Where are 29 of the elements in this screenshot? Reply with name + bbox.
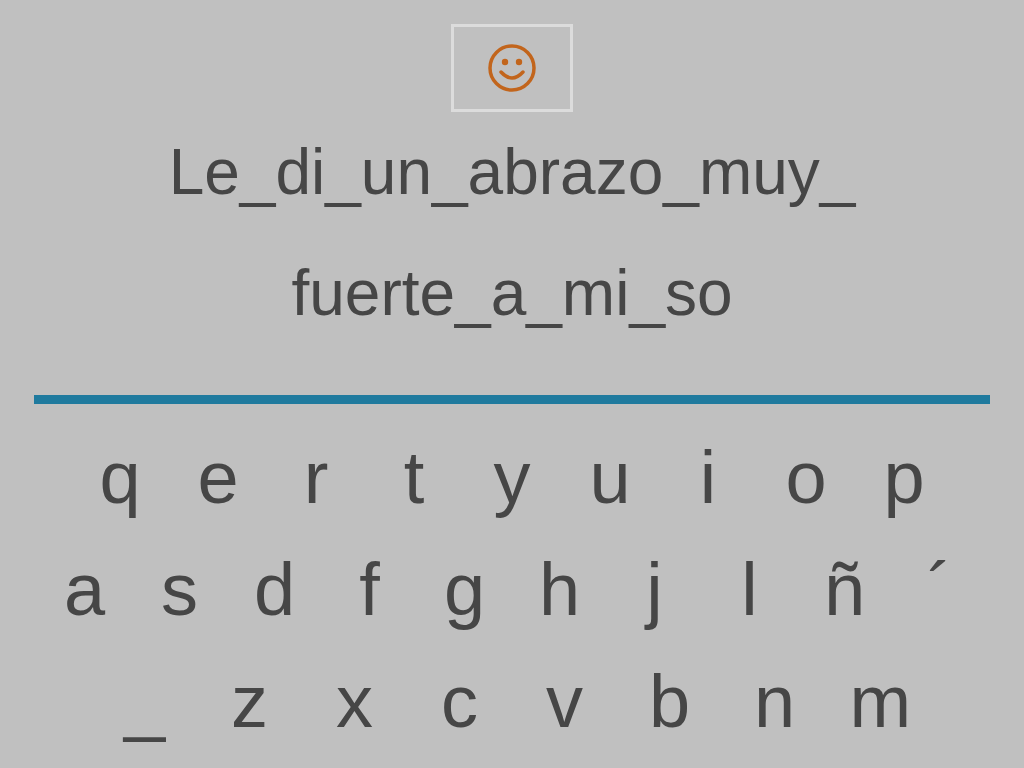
letter-key[interactable]: n (744, 656, 805, 748)
letter-key[interactable]: t (384, 432, 444, 524)
letter-key[interactable]: z (219, 656, 280, 748)
smiley-icon (487, 43, 537, 93)
letter-key[interactable]: j (624, 544, 685, 636)
letter-key[interactable]: s (149, 544, 210, 636)
letter-key[interactable]: a (54, 544, 115, 636)
letter-key[interactable]: r (286, 432, 346, 524)
letter-key[interactable]: y (482, 432, 542, 524)
hint-button[interactable] (451, 24, 573, 112)
letter-key[interactable]: d (244, 544, 305, 636)
letter-key[interactable]: m (849, 656, 910, 748)
letter-key[interactable]: b (639, 656, 700, 748)
letter-key[interactable]: u (580, 432, 640, 524)
letter-key[interactable]: o (776, 432, 836, 524)
letter-key[interactable]: l (719, 544, 780, 636)
letter-key[interactable]: x (324, 656, 385, 748)
letter-key[interactable]: i (678, 432, 738, 524)
letter-key[interactable]: v (534, 656, 595, 748)
letter-key[interactable]: c (429, 656, 490, 748)
letter-key[interactable]: ´ (909, 544, 970, 636)
letter-key[interactable]: _ (114, 656, 175, 748)
letter-key[interactable]: ñ (814, 544, 875, 636)
letter-key[interactable]: f (339, 544, 400, 636)
letter-key[interactable]: q (90, 432, 150, 524)
letter-key[interactable]: e (188, 432, 248, 524)
letter-key[interactable]: h (529, 544, 590, 636)
letter-key[interactable]: p (874, 432, 934, 524)
letter-key[interactable]: g (434, 544, 495, 636)
